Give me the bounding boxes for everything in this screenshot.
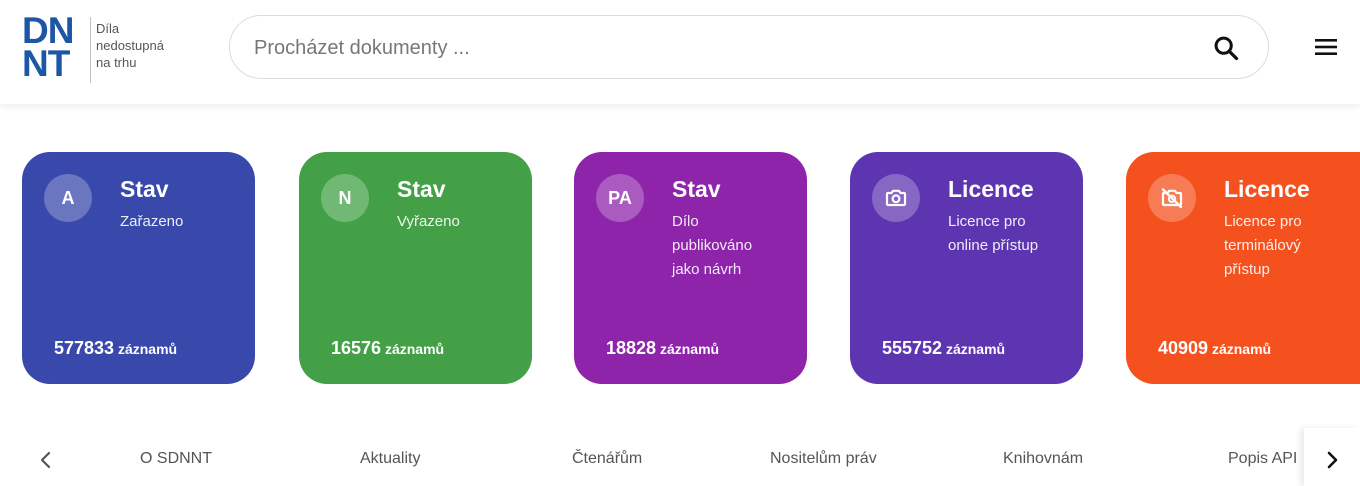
app-header: DN NT Díla nedostupná na trhu (0, 0, 1360, 104)
logo-text-line2: nedostupná (96, 38, 164, 53)
card-count: 18828 záznamů (606, 338, 719, 359)
card-count: 577833 záznamů (54, 338, 177, 359)
card-count-label: záznamů (659, 341, 720, 357)
search-icon[interactable] (1212, 34, 1240, 62)
card-badge: A (44, 174, 92, 222)
logo-mark-line2: NT (22, 43, 70, 84)
nav-item-knihovnam[interactable]: Knihovnám (1003, 450, 1083, 468)
camera-icon (885, 189, 907, 207)
card-title: Stav (672, 176, 721, 202)
logo-text: Díla nedostupná na trhu (96, 20, 164, 71)
card-count-label: záznamů (945, 341, 1006, 357)
nav-next-container (1304, 428, 1360, 486)
dnnt-logo[interactable]: DN NT Díla nedostupná na trhu (22, 12, 182, 94)
card-count: 555752 záznamů (882, 338, 1005, 359)
status-card-zarazeno[interactable]: A Stav Zařazeno 577833 záznamů (22, 152, 255, 384)
search-bar (229, 15, 1269, 79)
card-count-number: 555752 (882, 338, 943, 358)
card-count: 40909 záznamů (1158, 338, 1271, 359)
card-count: 16576 záznamů (331, 338, 444, 359)
search-input[interactable] (252, 26, 1176, 70)
card-count-number: 18828 (606, 338, 657, 358)
logo-text-line3: na trhu (96, 55, 137, 70)
card-title: Stav (397, 176, 446, 202)
hamburger-menu-icon[interactable] (1313, 36, 1339, 58)
card-count-label: záznamů (384, 341, 445, 357)
nav-item-nositelum-prav[interactable]: Nositelům práv (770, 450, 877, 468)
nav-item-aktuality[interactable]: Aktuality (360, 450, 420, 468)
card-subtitle: Dílo publikováno jako návrh (672, 213, 753, 278)
chevron-left-icon[interactable] (34, 448, 58, 472)
card-count-number: 577833 (54, 338, 115, 358)
card-badge: N (321, 174, 369, 222)
license-card-online[interactable]: Licence Licence pro online přístup 55575… (850, 152, 1083, 384)
card-badge (872, 174, 920, 222)
card-title: Licence (1224, 176, 1310, 202)
logo-divider (90, 17, 91, 83)
card-badge (1148, 174, 1196, 222)
card-title: Stav (120, 176, 169, 202)
chevron-right-icon[interactable] (1320, 448, 1344, 472)
nav-item-popis-api[interactable]: Popis API (1228, 450, 1297, 468)
card-subtitle: Vyřazeno (397, 213, 460, 230)
logo-mark: DN NT (22, 12, 86, 86)
card-count-number: 40909 (1158, 338, 1209, 358)
card-count-label: záznamů (117, 341, 178, 357)
no-photography-icon (1161, 188, 1183, 209)
card-count-label: záznamů (1211, 341, 1272, 357)
status-card-publikovano[interactable]: PA Stav Dílo publikováno jako návrh 1882… (574, 152, 807, 384)
card-subtitle: Zařazeno (120, 213, 184, 230)
card-badge: PA (596, 174, 644, 222)
status-card-vyrazeno[interactable]: N Stav Vyřazeno 16576 záznamů (299, 152, 532, 384)
card-title: Licence (948, 176, 1034, 202)
nav-item-ctenarum[interactable]: Čtenářům (572, 450, 642, 468)
logo-text-line1: Díla (96, 21, 120, 36)
nav-item-o-sdnnt[interactable]: O SDNNT (140, 450, 212, 468)
card-count-number: 16576 (331, 338, 382, 358)
card-subtitle: Licence pro terminálový přístup (1224, 213, 1302, 278)
card-subtitle: Licence pro online přístup (948, 213, 1039, 254)
info-nav-bar: O SDNNT Aktuality Čtenářům Nositelům prá… (0, 428, 1360, 486)
license-card-terminal[interactable]: Licence Licence pro terminálový přístup … (1126, 152, 1360, 384)
